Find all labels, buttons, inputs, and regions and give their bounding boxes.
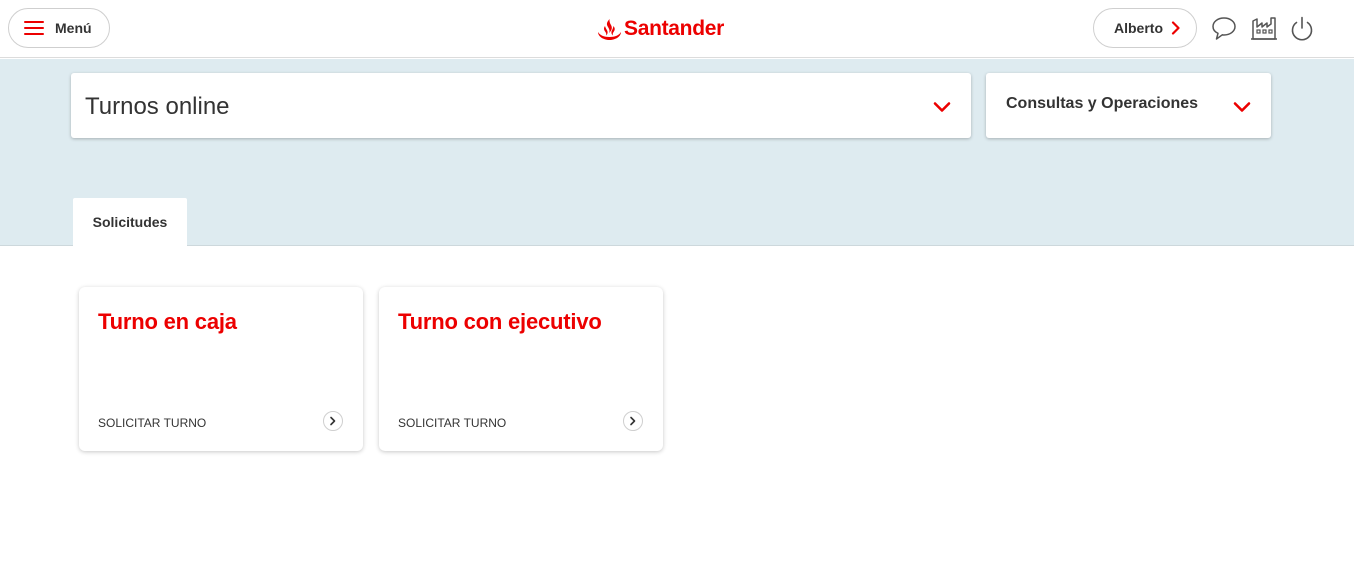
arrow-right-button[interactable] (623, 411, 643, 431)
operations-selector-label: Consultas y Operaciones (1006, 95, 1199, 112)
santander-logo[interactable]: Santander (597, 16, 724, 42)
flame-icon (598, 19, 621, 40)
card-title: Turno en caja (98, 309, 237, 334)
chevron-right-icon (1171, 21, 1180, 35)
brand-name: Santander (624, 17, 724, 40)
hamburger-icon (24, 21, 44, 35)
service-selector[interactable]: Turnos online (71, 73, 971, 138)
chevron-right-icon (630, 416, 636, 426)
user-name: Alberto (1114, 20, 1163, 36)
branch-icon[interactable] (1250, 15, 1278, 43)
user-profile-button[interactable]: Alberto (1093, 8, 1197, 48)
menu-label: Menú (55, 20, 92, 36)
solicitar-turno-link[interactable]: SOLICITAR TURNO (398, 416, 506, 430)
chevron-down-icon (1233, 102, 1251, 112)
card-turno-caja[interactable]: Turno en caja SOLICITAR TURNO (79, 287, 363, 451)
top-header: Menú Santander Alberto (0, 0, 1354, 58)
context-band: Turnos online Consultas y Operaciones So… (0, 59, 1354, 246)
card-turno-ejecutivo[interactable]: Turno con ejecutivo SOLICITAR TURNO (379, 287, 663, 451)
power-icon[interactable] (1288, 15, 1316, 43)
chevron-down-icon (933, 102, 951, 112)
chat-icon[interactable] (1210, 15, 1238, 43)
tab-solicitudes[interactable]: Solicitudes (73, 198, 187, 246)
card-title: Turno con ejecutivo (398, 309, 602, 334)
tab-label: Solicitudes (92, 214, 168, 230)
menu-button[interactable]: Menú (8, 8, 110, 48)
service-selector-value: Turnos online (85, 93, 230, 120)
solicitar-turno-link[interactable]: SOLICITAR TURNO (98, 416, 206, 430)
operations-selector[interactable]: Consultas y Operaciones (986, 73, 1271, 138)
arrow-right-button[interactable] (323, 411, 343, 431)
chevron-right-icon (330, 416, 336, 426)
